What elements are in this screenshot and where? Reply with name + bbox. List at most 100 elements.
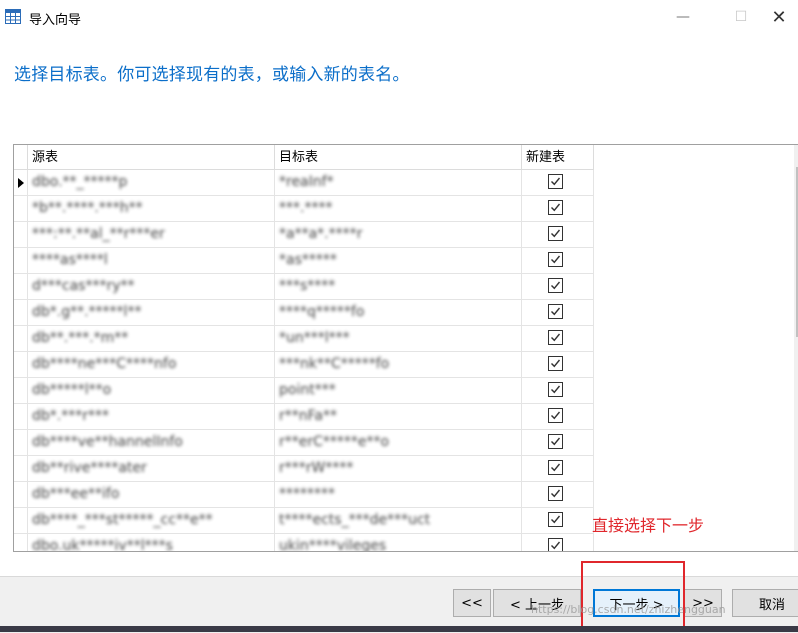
new-table-cell [522,352,594,377]
row-indicator[interactable] [14,274,28,299]
new-table-checkbox[interactable] [548,200,563,215]
row-indicator[interactable] [14,248,28,273]
checkmark-icon [551,333,561,342]
table-row[interactable]: dbo.**_*****p *reaInf* [14,170,594,196]
checkmark-icon [551,437,561,446]
close-icon: ✕ [771,6,787,28]
new-table-checkbox[interactable] [548,278,563,293]
target-table-cell[interactable]: t****ects_***de***uct [275,508,522,533]
target-table-cell[interactable]: r**erC*****e**o [275,430,522,455]
row-indicator[interactable] [14,508,28,533]
new-table-cell [522,196,594,221]
source-table-name: db****ve**hannelInfo [32,434,183,450]
source-table-cell: d***cas***ry** [28,274,275,299]
row-indicator[interactable] [14,352,28,377]
target-table-cell[interactable]: *reaInf* [275,170,522,195]
target-table-cell[interactable]: ****q*****fo [275,300,522,325]
row-indicator[interactable] [14,300,28,325]
table-row[interactable]: db**rive****ater r***rW**** [14,456,594,482]
new-table-checkbox[interactable] [548,460,563,475]
source-table-cell: db**.***.*m** [28,326,275,351]
new-table-checkbox[interactable] [548,538,563,551]
minimize-icon: — [676,9,690,25]
checkmark-icon [551,255,561,264]
source-table-name: db*****l**o [32,382,112,398]
row-indicator-header [14,145,28,169]
row-indicator[interactable] [14,456,28,481]
target-table-cell[interactable]: r**nFa** [275,404,522,429]
table-row[interactable]: dbo.uk*****iv**l***s ukin****vileges [14,534,594,551]
checkmark-icon [551,359,561,368]
new-table-checkbox[interactable] [548,512,563,527]
new-table-checkbox[interactable] [548,174,563,189]
source-table-cell: db****ve**hannelInfo [28,430,275,455]
source-table-cell: db***ee**ifo [28,482,275,507]
table-row[interactable]: db****_***st*****_cc**e** t****ects_***de… [14,508,594,534]
table-row[interactable]: ****as****l *as***** [14,248,594,274]
table-row[interactable]: db***ee**ifo ******** [14,482,594,508]
new-table-checkbox[interactable] [548,408,563,423]
target-table-cell[interactable]: *un***l*** [275,326,522,351]
vertical-scrollbar[interactable]: ▲ ▼ [794,145,798,551]
column-header-target[interactable]: 目标表 [275,145,522,169]
target-table-name: *reaInf* [279,174,334,190]
first-step-button[interactable]: << [453,589,491,617]
source-table-cell: db**rive****ater [28,456,275,481]
scroll-down-arrow-icon[interactable]: ▼ [794,532,798,549]
table-row[interactable]: db*.g**.*****l** ****q*****fo [14,300,594,326]
row-indicator[interactable] [14,430,28,455]
table-row[interactable]: ***:**.**al_**r***er *a**a*.****r [14,222,594,248]
checkmark-icon [551,489,561,498]
new-table-cell [522,300,594,325]
target-table-cell[interactable]: *as***** [275,248,522,273]
new-table-checkbox[interactable] [548,330,563,345]
new-table-checkbox[interactable] [548,486,563,501]
row-indicator[interactable] [14,170,28,195]
grid-header: 源表 目标表 新建表 [14,145,594,170]
new-table-checkbox[interactable] [548,356,563,371]
new-table-checkbox[interactable] [548,434,563,449]
new-table-checkbox[interactable] [548,304,563,319]
new-table-checkbox[interactable] [548,252,563,267]
row-indicator[interactable] [14,196,28,221]
row-indicator[interactable] [14,326,28,351]
table-row[interactable]: db****ne***C****nfo ***nk**C*****fo [14,352,594,378]
source-table-name: db*.***r*** [32,408,109,424]
table-row[interactable]: db**.***.*m** *un***l*** [14,326,594,352]
source-table-cell: db*.g**.*****l** [28,300,275,325]
target-table-cell[interactable]: point*** [275,378,522,403]
target-table-name: r**erC*****e**o [279,434,390,450]
checkmark-icon [551,463,561,472]
checkmark-icon [551,307,561,316]
target-table-cell[interactable]: r***rW**** [275,456,522,481]
row-indicator[interactable] [14,482,28,507]
table-row[interactable]: d***cas***ry** ***s**** [14,274,594,300]
maximize-icon: ☐ [734,9,748,25]
target-table-cell[interactable]: ***nk**C*****fo [275,352,522,377]
checkmark-icon [551,541,561,550]
target-table-cell[interactable]: ukin****vileges [275,534,522,551]
row-indicator[interactable] [14,222,28,247]
target-table-cell[interactable]: ***.**** [275,196,522,221]
cancel-button[interactable]: 取消 [732,589,798,617]
close-button[interactable]: ✕ [756,0,798,34]
scroll-up-arrow-icon[interactable]: ▲ [794,147,798,164]
source-table-name: db**.***.*m** [32,330,129,346]
table-row[interactable]: db*.***r*** r**nFa** [14,404,594,430]
target-table-cell[interactable]: *a**a*.****r [275,222,522,247]
minimize-button[interactable]: — [660,0,706,34]
table-row[interactable]: db*****l**o point*** [14,378,594,404]
table-row[interactable]: *b**.****.***h** ***.**** [14,196,594,222]
target-table-cell[interactable]: ******** [275,482,522,507]
source-table-name: d***cas***ry** [32,278,135,294]
column-header-new-table[interactable]: 新建表 [522,145,594,169]
target-table-cell[interactable]: ***s**** [275,274,522,299]
row-indicator[interactable] [14,534,28,551]
table-row[interactable]: db****ve**hannelInfo r**erC*****e**o [14,430,594,456]
new-table-checkbox[interactable] [548,226,563,241]
row-indicator[interactable] [14,404,28,429]
column-header-source[interactable]: 源表 [28,145,275,169]
checkmark-icon [551,385,561,394]
row-indicator[interactable] [14,378,28,403]
new-table-checkbox[interactable] [548,382,563,397]
